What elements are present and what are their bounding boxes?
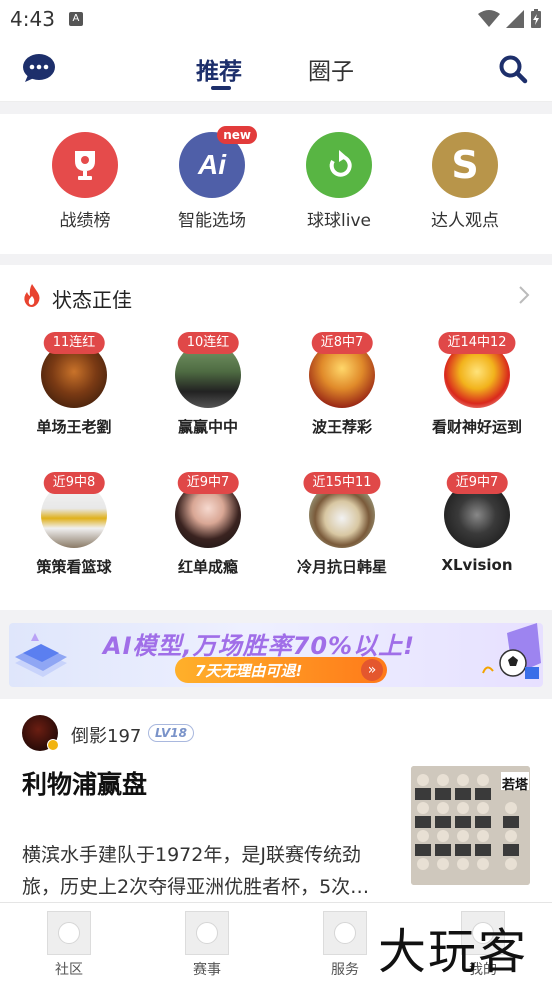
streak-badge: 近9中7 xyxy=(446,472,508,494)
chevron-right-icon[interactable] xyxy=(518,285,530,305)
streak-badge: 近8中7 xyxy=(311,332,373,354)
streak-badge: 近9中7 xyxy=(177,472,239,494)
search-icon[interactable] xyxy=(498,54,528,84)
level-badge: LV18 xyxy=(148,724,194,742)
double-arrow-icon: » xyxy=(361,659,383,681)
signal-icon xyxy=(506,10,524,28)
expert-card[interactable]: 11连红 单场王老劉 xyxy=(9,332,139,437)
post-title[interactable]: 利物浦赢盘 xyxy=(22,765,147,801)
post-thumbnail[interactable]: 若塔 xyxy=(411,766,530,885)
section-title: 状态正佳 xyxy=(52,288,132,312)
expert-card[interactable]: 近9中7 红单成瘾 xyxy=(143,472,273,577)
app-screen: 4:43 A 推荐 圈子 战绩榜 Ai new 智能选场 球球live S 达人… xyxy=(0,0,552,983)
expert-name: 策策看篮球 xyxy=(36,558,112,576)
fire-icon xyxy=(24,284,40,307)
community-icon xyxy=(47,911,91,955)
entry-label: 达人观点 xyxy=(431,211,499,231)
tab-recommend[interactable]: 推荐 xyxy=(196,52,242,86)
entry-leaderboard[interactable]: 战绩榜 xyxy=(25,132,145,231)
nav-matches[interactable]: 赛事 xyxy=(172,911,242,979)
battery-icon xyxy=(531,9,541,28)
status-bar: 4:43 A xyxy=(0,0,552,38)
promo-banner-image: AI模型,万场胜率70%以上! 7天无理由可退! » xyxy=(9,623,543,687)
status-right-icons xyxy=(478,9,542,29)
post-excerpt: 横滨水手建队于1972年，是J联赛传统劲旅，历史上2次夺得亚洲优胜者杯，5次… xyxy=(22,844,370,898)
expert-card[interactable]: 近9中8 策策看篮球 xyxy=(9,472,139,577)
wifi-icon xyxy=(478,10,500,27)
streak-badge: 11连红 xyxy=(43,332,105,354)
promo-banner[interactable]: AI模型,万场胜率70%以上! 7天无理由可退! » xyxy=(0,610,552,699)
expert-card[interactable]: 10连红 赢赢中中 xyxy=(143,332,273,437)
s-coin-icon: S xyxy=(432,132,498,198)
entry-label: 战绩榜 xyxy=(59,211,111,231)
refresh-arrow-icon xyxy=(306,132,372,198)
tab-circle[interactable]: 圈子 xyxy=(308,52,354,86)
quick-entry-row: 战绩榜 Ai new 智能选场 球球live S 达人观点 xyxy=(0,114,552,254)
post-card[interactable]: 倒影197 LV18 利物浦赢盘 横滨水手建队于1972年，是J联赛传统劲旅，历… xyxy=(0,699,552,919)
expert-name: 红单成瘾 xyxy=(177,558,238,576)
expert-card[interactable]: 近9中7 XLvision xyxy=(412,472,542,574)
expert-name: 赢赢中中 xyxy=(177,418,238,436)
entry-label: 球球live xyxy=(307,211,371,231)
notification-a-icon: A xyxy=(68,12,83,26)
entry-expert-views[interactable]: S 达人观点 xyxy=(405,132,525,231)
top-header: 推荐 圈子 xyxy=(0,38,552,102)
banner-refund-button[interactable]: 7天无理由可退! » xyxy=(175,657,387,683)
streak-badge: 10连红 xyxy=(177,332,239,354)
streak-badge: 近14中12 xyxy=(438,332,516,354)
chat-bubble-icon[interactable] xyxy=(22,53,56,83)
verified-badge-icon xyxy=(47,739,59,751)
entry-label: 智能选场 xyxy=(178,211,246,231)
ai-icon: Ai new xyxy=(179,126,257,198)
services-icon xyxy=(323,911,367,955)
ai-chip-icon xyxy=(15,633,67,677)
author-name[interactable]: 倒影197 xyxy=(71,722,141,748)
trophy-icon xyxy=(52,132,118,198)
expert-name: 冷月抗日韩星 xyxy=(296,558,387,576)
football-gift-icon xyxy=(482,623,541,679)
streak-badge: 近9中8 xyxy=(43,472,105,494)
active-tab-indicator xyxy=(211,86,231,90)
entry-live[interactable]: 球球live xyxy=(279,132,399,231)
matches-icon xyxy=(185,911,229,955)
hot-experts-section: 状态正佳 11连红 单场王老劉 10连红 赢赢中中 近8中7 波王荐彩 近14中… xyxy=(0,265,552,610)
banner-title: AI模型,万场胜率70%以上! xyxy=(103,632,416,660)
expert-name: XLvision xyxy=(441,556,513,574)
nav-community[interactable]: 社区 xyxy=(34,911,104,979)
banner-subtitle: 7天无理由可退! xyxy=(195,662,303,680)
expert-card[interactable]: 近15中11 冷月抗日韩星 xyxy=(277,472,407,577)
nav-services[interactable]: 服务 xyxy=(310,911,380,979)
expert-name: 波王荐彩 xyxy=(311,418,372,436)
expert-card[interactable]: 近8中7 波王荐彩 xyxy=(277,332,407,437)
new-badge: new xyxy=(217,126,257,144)
thumbnail-label: 若塔 xyxy=(502,778,529,793)
expert-card[interactable]: 近14中12 看财神好运到 xyxy=(412,332,542,437)
entry-ai-pick[interactable]: Ai new 智能选场 xyxy=(152,126,272,231)
status-time: 4:43 xyxy=(10,7,55,31)
nav-label: 服务 xyxy=(331,962,359,978)
streak-badge: 近15中11 xyxy=(303,472,381,494)
expert-name: 看财神好运到 xyxy=(431,418,522,436)
nav-label: 赛事 xyxy=(193,962,221,978)
nav-label: 社区 xyxy=(55,962,83,978)
expert-name: 单场王老劉 xyxy=(36,418,112,436)
watermark-text: 大玩客 xyxy=(378,924,529,980)
